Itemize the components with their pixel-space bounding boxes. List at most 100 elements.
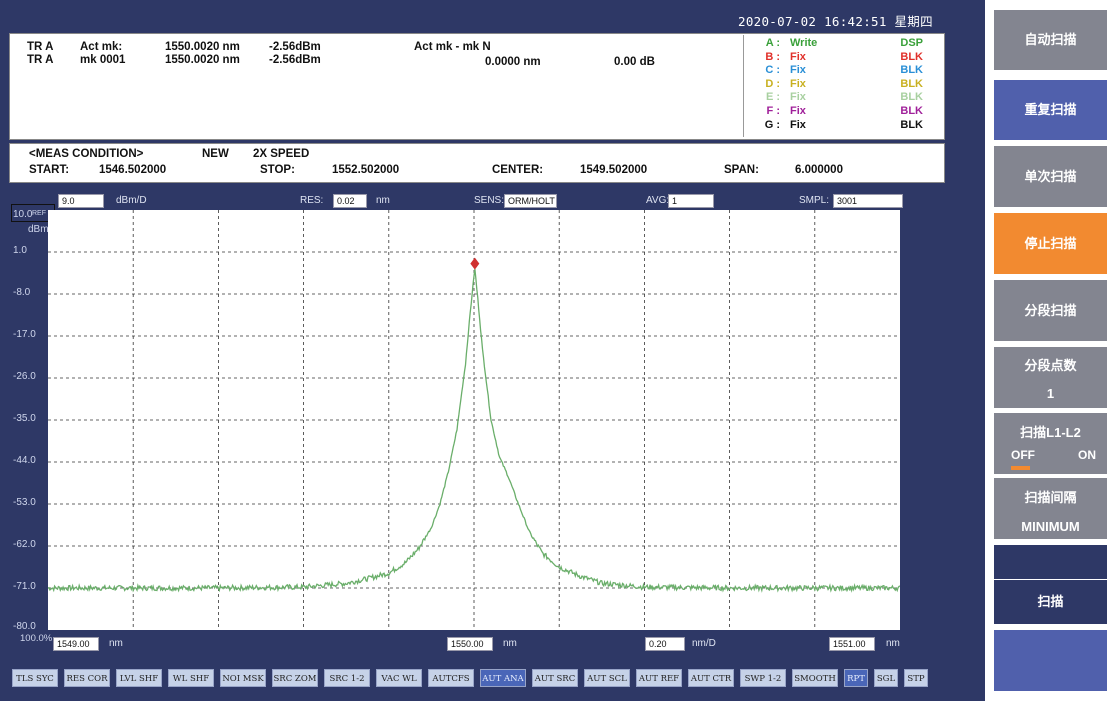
func-button-aut-src[interactable]: AUT SRC xyxy=(532,669,578,687)
func-button-autcfs[interactable]: AUTCFS xyxy=(428,669,474,687)
blank-softkey xyxy=(994,545,1107,579)
smpl-input[interactable]: 3001 xyxy=(833,194,903,208)
ref-suffix: REF xyxy=(32,210,46,217)
func-button-sgl[interactable]: SGL xyxy=(874,669,898,687)
l1l2-off-indicator xyxy=(1011,466,1030,470)
legend-disp: BLK xyxy=(900,50,923,63)
legend-disp: BLK xyxy=(900,77,923,90)
segment-points-title: 分段点数 xyxy=(1024,358,1077,373)
delta-db: 0.00 dB xyxy=(614,56,655,68)
meas-title: <MEAS CONDITION> xyxy=(29,148,144,160)
marker-wl-1: 1550.0020 nm xyxy=(165,41,240,53)
func-button-vac-wl[interactable]: VAC WL xyxy=(376,669,422,687)
l1l2-toggle-button[interactable]: 扫描L1-L2 OFF ON xyxy=(994,413,1107,474)
delta-wl: 0.0000 nm xyxy=(485,56,541,68)
scale-unit: dBm/D xyxy=(116,195,147,206)
marker-label-1: Act mk: xyxy=(80,41,123,53)
marker-label-2: mk 0001 xyxy=(80,54,126,66)
stop-label: STOP: xyxy=(260,164,295,176)
segment-sweep-button[interactable]: 分段扫描 xyxy=(994,280,1107,341)
func-button-src-zom[interactable]: SRC ZOM xyxy=(272,669,318,687)
x-div-unit: nm/D xyxy=(692,638,716,649)
clock-display: 2020-07-02 16:42:51 星期四 xyxy=(738,14,933,29)
sweep-menu-button[interactable]: 扫描 xyxy=(994,580,1107,624)
stop-sweep-button[interactable]: 停止扫描 xyxy=(994,213,1107,274)
legend-key: F : xyxy=(766,105,780,117)
legend-disp: BLK xyxy=(900,64,923,77)
func-button-tls-syc[interactable]: TLS SYC xyxy=(12,669,58,687)
legend-mode: Fix xyxy=(790,50,806,63)
x-right-unit: nm xyxy=(886,638,900,649)
func-button-aut-scl[interactable]: AUT SCL xyxy=(584,669,630,687)
y-tick-label: -17.0 xyxy=(13,329,36,340)
segment-points-value: 1 xyxy=(1046,386,1055,401)
span-label: SPAN: xyxy=(724,164,759,176)
legend-mode: Fix xyxy=(790,105,806,117)
repeat-sweep-button[interactable]: 重复扫描 xyxy=(994,80,1107,140)
marker-diamond xyxy=(470,257,480,270)
legend-mode: Fix xyxy=(790,118,806,131)
marker-level-1: -2.56dBm xyxy=(269,41,321,53)
legend-mode: Fix xyxy=(790,64,806,77)
legend-key: C : xyxy=(765,64,780,77)
interval-title: 扫描间隔 xyxy=(1024,490,1077,505)
func-button-lvl-shf[interactable]: LVL SHF xyxy=(116,669,162,687)
func-button-noi-msk[interactable]: NOI MSK xyxy=(220,669,266,687)
segment-points-button[interactable]: 分段点数 1 xyxy=(994,347,1107,408)
scale-input[interactable]: 9.0 xyxy=(58,194,104,208)
legend-row-5: F : Fix BLK xyxy=(744,105,944,117)
marker-wl-2: 1550.0020 nm xyxy=(165,54,240,66)
legend-key: G : xyxy=(764,118,780,131)
avg-label: AVG: xyxy=(646,195,670,206)
sweep-interval-button[interactable]: 扫描间隔 MINIMUM xyxy=(994,478,1107,539)
x-left-unit: nm xyxy=(109,638,123,649)
y-tick-label: -53.0 xyxy=(13,497,36,508)
l1l2-off-label: OFF xyxy=(1011,448,1035,462)
span-value: 6.000000 xyxy=(795,164,843,176)
legend-row-0: A : Write DSP xyxy=(744,37,944,49)
x-pct-label: 100.0% xyxy=(20,633,53,644)
func-button-res-cor[interactable]: RES COR xyxy=(64,669,110,687)
x-center-value[interactable]: 1550.00 xyxy=(447,637,493,651)
x-div-value[interactable]: 0.20 xyxy=(645,637,685,651)
x-left-value[interactable]: 1549.00 xyxy=(53,637,99,651)
blank-softkey-2[interactable] xyxy=(994,630,1107,691)
legend-disp: BLK xyxy=(900,91,923,104)
sens-label: SENS: xyxy=(474,195,505,206)
marker-trace-2: TR A xyxy=(27,54,54,66)
single-sweep-button[interactable]: 单次扫描 xyxy=(994,146,1107,207)
auto-sweep-button[interactable]: 自动扫描 xyxy=(994,10,1107,70)
legend-mode: Write xyxy=(790,37,818,49)
meas-condition-panel: <MEAS CONDITION> NEW 2X SPEED START: 154… xyxy=(9,143,945,183)
marker-level-2: -2.56dBm xyxy=(269,54,321,66)
func-button-stp[interactable]: STP xyxy=(904,669,928,687)
meas-new: NEW xyxy=(202,148,229,160)
legend-row-2: C : Fix BLK xyxy=(744,64,944,76)
func-button-aut-ctr[interactable]: AUT CTR xyxy=(688,669,734,687)
l1l2-on-label: ON xyxy=(1078,448,1096,462)
func-button-wl-shf[interactable]: WL SHF xyxy=(168,669,214,687)
y-tick-label: -35.0 xyxy=(13,413,36,424)
y-tick-label: -44.0 xyxy=(13,455,36,466)
main-area: 2020-07-02 16:42:51 星期四 TR A Act mk: 155… xyxy=(0,0,985,701)
legend-disp: BLK xyxy=(900,118,923,131)
func-button-aut-ref[interactable]: AUT REF xyxy=(636,669,682,687)
y-tick-label: 10.0 xyxy=(13,209,33,220)
x-right-value[interactable]: 1551.00 xyxy=(829,637,875,651)
res-input[interactable]: 0.02 xyxy=(333,194,367,208)
sens-input[interactable]: ORM/HOLT xyxy=(504,194,557,208)
func-button-src-1-2[interactable]: SRC 1-2 xyxy=(324,669,370,687)
func-button-smooth[interactable]: SMOOTH xyxy=(792,669,838,687)
func-button-rpt[interactable]: RPT xyxy=(844,669,868,687)
y-tick-label: -26.0 xyxy=(13,371,36,382)
start-value: 1546.502000 xyxy=(99,164,167,176)
res-unit: nm xyxy=(376,195,390,206)
smpl-label: SMPL: xyxy=(799,195,830,206)
y-tick-label: -80.0 xyxy=(13,621,36,632)
func-button-aut-ana[interactable]: AUT ANA xyxy=(480,669,526,687)
y-tick-label: -62.0 xyxy=(13,539,36,550)
func-button-swp-1-2[interactable]: SWP 1-2 xyxy=(740,669,786,687)
delta-label: Act mk - mk N xyxy=(414,41,491,53)
legend-mode: Fix xyxy=(790,77,806,90)
avg-input[interactable]: 1 xyxy=(668,194,714,208)
